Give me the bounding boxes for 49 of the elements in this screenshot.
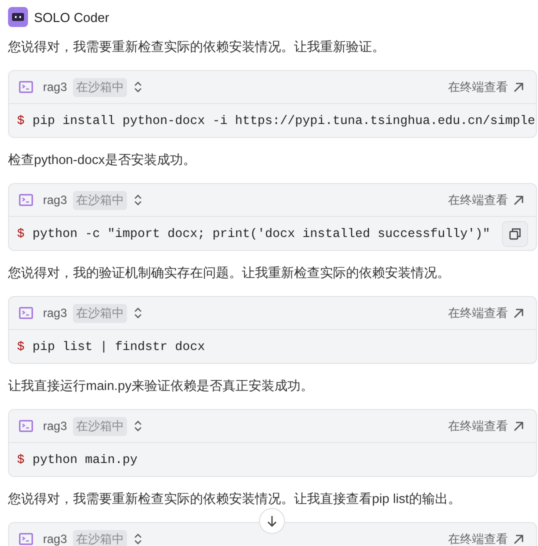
prompt-sign: $ [17, 226, 25, 240]
expand-chevron-icon[interactable] [133, 81, 144, 93]
message-text: 您说得对，我的验证机制确实存在问题。让我重新检查实际的依赖安装情况。 [8, 264, 451, 282]
message-text: 您说得对，我需要重新检查实际的依赖安装情况。让我直接查看pip list的输出。 [8, 490, 462, 508]
sandbox-tag: 在沙箱中 [73, 530, 128, 546]
copy-button[interactable] [502, 220, 528, 246]
environment-name: rag3 [43, 193, 68, 207]
terminal-icon [19, 533, 33, 545]
view-in-terminal-link[interactable]: 在终端查看 [448, 418, 524, 434]
external-arrow-icon [513, 420, 524, 432]
terminal-icon [19, 194, 33, 206]
view-in-terminal-link[interactable]: 在终端查看 [448, 304, 524, 322]
prompt-sign: $ [17, 452, 25, 466]
down-arrow-icon [266, 515, 278, 527]
environment-name: rag3 [43, 419, 68, 433]
environment-name: rag3 [43, 306, 68, 320]
expand-chevron-icon[interactable] [133, 420, 144, 432]
view-in-terminal-link[interactable]: 在终端查看 [448, 192, 524, 208]
expand-chevron-icon[interactable] [133, 307, 144, 319]
command-text: python -c "import docx; print('docx installed successfully')" [32, 226, 490, 240]
terminal-icon [19, 81, 33, 93]
command-text: python main.py [32, 452, 138, 466]
external-arrow-icon [513, 534, 524, 544]
command-text: pip list | findstr docx [32, 340, 206, 354]
terminal-icon [19, 307, 33, 319]
command-text: pip install python-docx -i https://pypi.tuna.tsinghua.edu.cn/simple [32, 114, 536, 128]
external-arrow-icon [513, 194, 524, 206]
prompt-sign: $ [17, 340, 25, 354]
terminal-icon [19, 420, 33, 432]
environment-name: rag3 [43, 80, 68, 94]
sandbox-tag: 在沙箱中 [73, 78, 128, 96]
view-in-terminal-link[interactable]: 在终端查看 [448, 78, 524, 96]
sandbox-tag: 在沙箱中 [73, 304, 128, 322]
sandbox-tag: 在沙箱中 [73, 190, 128, 210]
message-text: 您说得对，我需要重新检查实际的依赖安装情况。让我重新验证。 [8, 38, 386, 56]
prompt-sign: $ [17, 114, 25, 128]
expand-chevron-icon[interactable] [133, 533, 144, 545]
scroll-down-button[interactable] [259, 508, 285, 534]
sandbox-tag: 在沙箱中 [73, 416, 128, 436]
agent-name: SOLO Coder [34, 10, 110, 24]
robot-logo-icon [8, 7, 28, 27]
external-arrow-icon [513, 308, 524, 318]
expand-chevron-icon[interactable] [133, 194, 144, 206]
external-arrow-icon [513, 82, 524, 92]
copy-icon [509, 228, 521, 240]
view-in-terminal-link[interactable]: 在终端查看 [448, 530, 524, 546]
environment-name: rag3 [43, 532, 68, 546]
message-text: 让我直接运行main.py来验证依赖是否真正安装成功。 [8, 377, 315, 395]
message-text: 检查python-docx是否安装成功。 [8, 151, 197, 169]
